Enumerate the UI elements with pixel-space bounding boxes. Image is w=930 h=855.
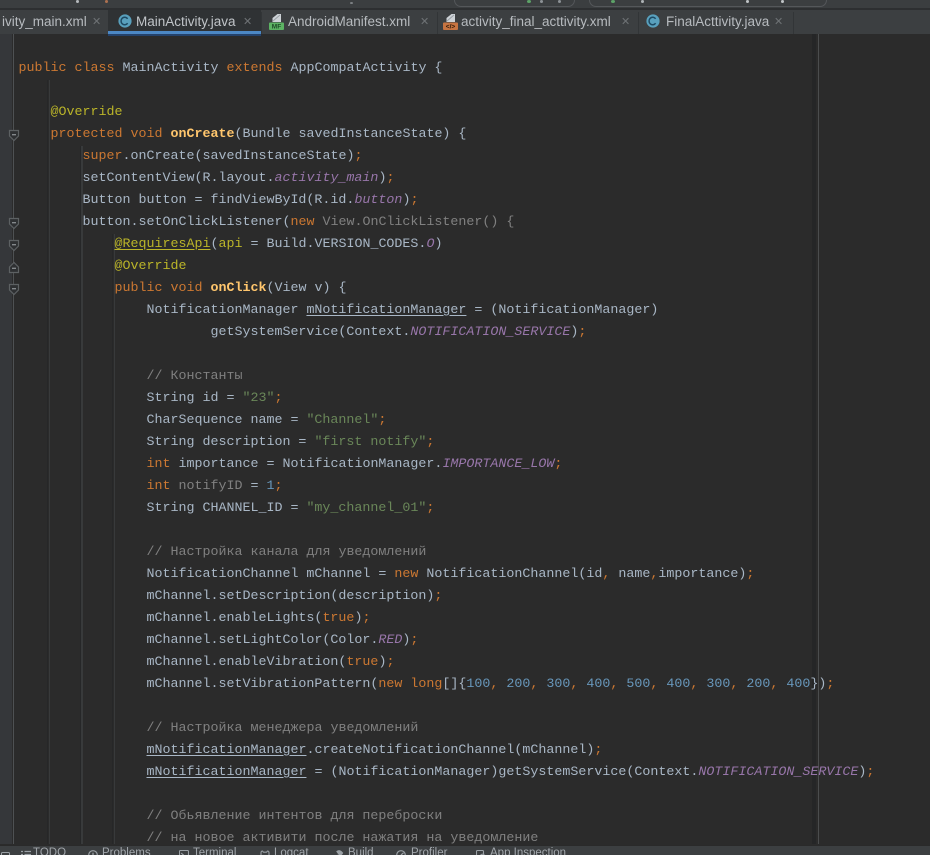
svg-text:MF: MF <box>272 24 281 31</box>
svg-text:</>: </> <box>446 24 456 31</box>
